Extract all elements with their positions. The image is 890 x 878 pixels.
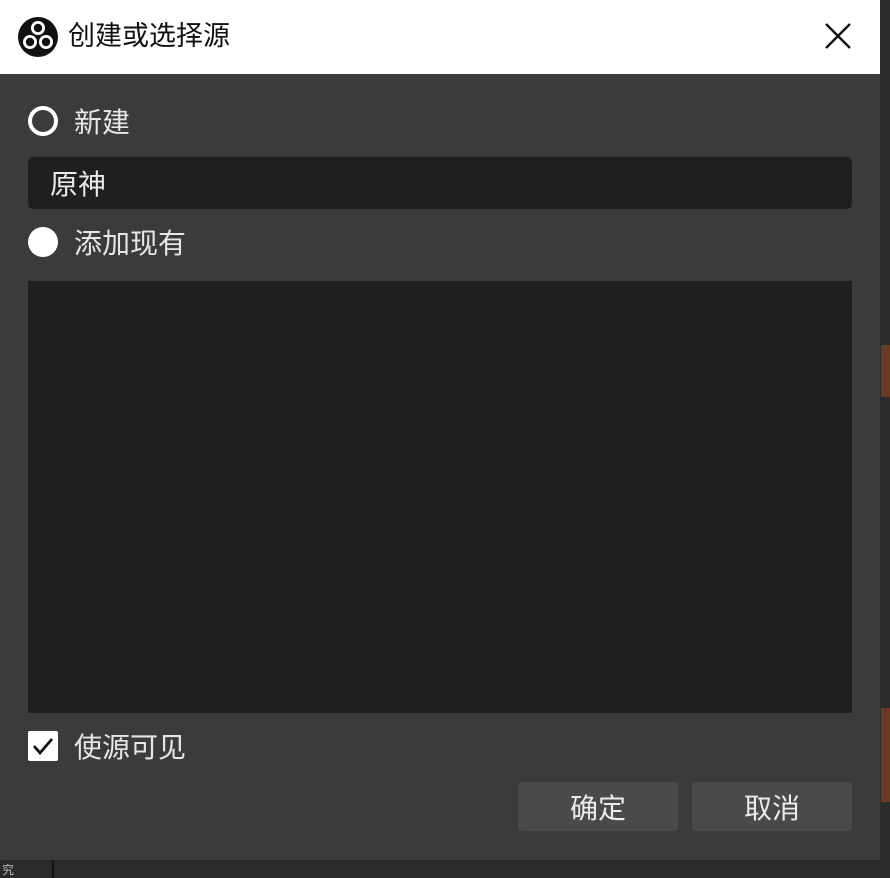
background-text-fragment: 究 [2, 863, 15, 877]
make-source-visible-checkbox[interactable]: 使源可见 [28, 726, 186, 766]
cancel-button[interactable]: 取消 [692, 782, 852, 831]
background-divider [52, 860, 54, 878]
close-icon [825, 23, 851, 49]
make-source-visible-label: 使源可见 [74, 731, 187, 764]
background-thumbnail [881, 345, 890, 397]
dialog-title: 创建或选择源 [68, 21, 230, 52]
radio-create-new-label: 新建 [74, 106, 131, 139]
radio-create-new[interactable]: 新建 [28, 101, 130, 141]
close-button[interactable] [812, 10, 864, 62]
radio-add-existing-label: 添加现有 [74, 227, 187, 260]
ok-button[interactable]: 确定 [518, 782, 678, 831]
radio-button-checked[interactable] [28, 227, 58, 257]
radio-add-existing[interactable]: 添加现有 [28, 222, 186, 262]
background-window-strip: 究 [0, 860, 880, 878]
create-select-source-dialog: 创建或选择源 新建 添加现有 使源可见 确定 取消 [0, 0, 880, 860]
checkbox-checked[interactable] [28, 731, 58, 761]
source-name-input[interactable] [28, 157, 852, 209]
background-thumbnail [881, 708, 890, 802]
obs-logo-icon [18, 17, 58, 57]
radio-button-unchecked[interactable] [28, 106, 58, 136]
existing-sources-list[interactable] [28, 281, 852, 713]
dialog-titlebar: 创建或选择源 [0, 0, 880, 74]
checkmark-icon [32, 738, 54, 756]
background-window-edge [880, 0, 890, 878]
